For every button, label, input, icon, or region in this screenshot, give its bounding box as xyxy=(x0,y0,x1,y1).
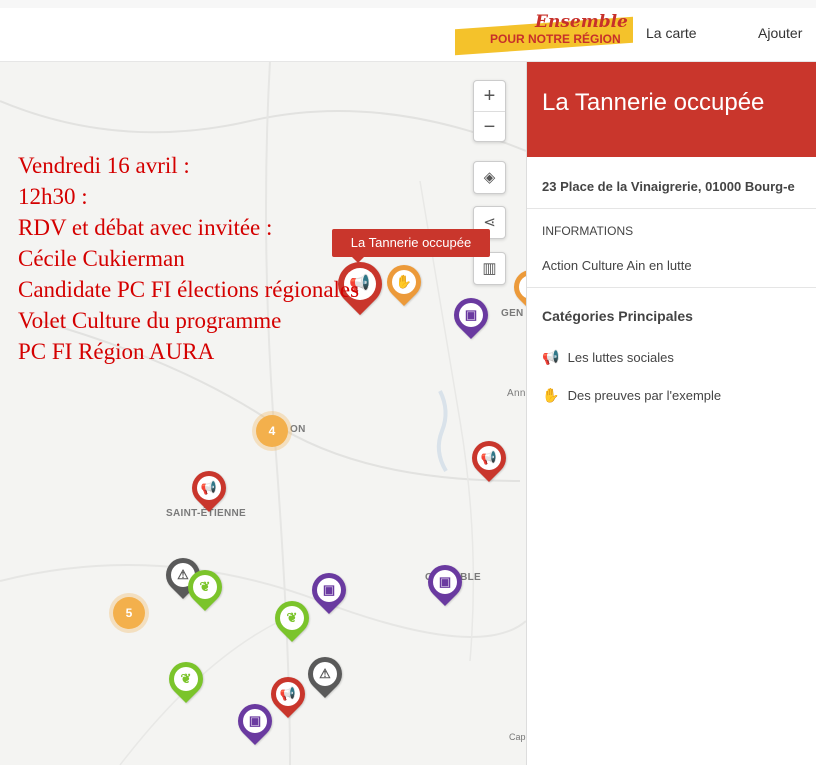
category-item-exemple[interactable]: ✋ Des preuves par l'exemple xyxy=(542,387,721,404)
bus-icon: ▣ xyxy=(459,303,483,327)
megaphone-icon: 📢 xyxy=(542,349,560,365)
handshake-icon: ✋ xyxy=(542,387,560,403)
city-label-annecy: Ann xyxy=(507,388,526,399)
browser-strip xyxy=(0,0,816,8)
logo-script-text: Ensemble xyxy=(535,12,628,32)
layers-button[interactable]: ◈ xyxy=(473,161,506,194)
category-label: Des preuves par l'exemple xyxy=(567,388,722,403)
marker-cluster[interactable]: 4 xyxy=(256,415,288,447)
divider xyxy=(527,287,816,288)
category-item-luttes[interactable]: 📢 Les luttes sociales xyxy=(542,349,674,366)
divider xyxy=(527,208,816,209)
map-attribution[interactable]: Cap xyxy=(509,732,526,742)
panel-address: 23 Place de la Vinaigrerie, 01000 Bourg-… xyxy=(542,179,795,194)
map-icon: ▥ xyxy=(482,260,497,277)
panel-title: La Tannerie occupée xyxy=(542,89,765,116)
layers-icon: ◈ xyxy=(483,169,496,186)
overlay-line: Volet Culture du programme xyxy=(18,308,282,333)
category-label: Les luttes sociales xyxy=(567,350,674,365)
warning-icon: ⚠ xyxy=(313,662,337,686)
nav-add-link[interactable]: Ajouter xyxy=(758,25,802,41)
nav-map-link[interactable]: La carte xyxy=(646,25,697,41)
info-heading: INFORMATIONS xyxy=(542,224,634,238)
zoom-out-button[interactable]: − xyxy=(474,112,505,142)
megaphone-icon: 📢 xyxy=(477,446,501,470)
event-overlay-text: Vendredi 16 avril : 12h30 : RDV et débat… xyxy=(18,150,359,367)
city-label-geneve: GEN xyxy=(501,308,524,319)
overlay-line: Vendredi 16 avril : xyxy=(18,153,190,178)
zoom-control: + − xyxy=(473,80,506,142)
leaf-icon: ❦ xyxy=(280,606,304,630)
zoom-in-button[interactable]: + xyxy=(474,81,505,112)
overlay-line: 12h30 : xyxy=(18,184,88,209)
bus-icon: ▣ xyxy=(243,709,267,733)
overlay-line: RDV et débat avec invitée : xyxy=(18,215,273,240)
site-logo[interactable]: Ensemble POUR NOTRE RÉGION xyxy=(455,9,633,56)
categories-heading: Catégories Principales xyxy=(542,308,693,324)
handshake-icon: ✋ xyxy=(392,270,416,294)
logo-subtitle: POUR NOTRE RÉGION xyxy=(490,32,621,46)
app-header: Ensemble POUR NOTRE RÉGION La carte Ajou… xyxy=(0,0,816,62)
leaf-icon: ❦ xyxy=(193,575,217,599)
leaf-icon: ❦ xyxy=(174,667,198,691)
handshake-icon: ✋ xyxy=(519,275,526,299)
megaphone-icon: 📢 xyxy=(276,682,300,706)
overlay-line: Cécile Cukierman xyxy=(18,246,185,271)
overlay-line: PC FI Région AURA xyxy=(18,339,215,364)
marker-cluster[interactable]: 5 xyxy=(113,597,145,629)
city-label-lyon: ON xyxy=(290,424,306,435)
info-value: Action Culture Ain en lutte xyxy=(542,258,692,273)
bus-icon: ▣ xyxy=(433,570,457,594)
bus-icon: ▣ xyxy=(317,578,341,602)
overlay-line: Candidate PC FI élections régionales xyxy=(18,277,360,302)
detail-panel: La Tannerie occupée 23 Place de la Vinai… xyxy=(526,61,816,765)
megaphone-icon: 📢 xyxy=(197,476,221,500)
